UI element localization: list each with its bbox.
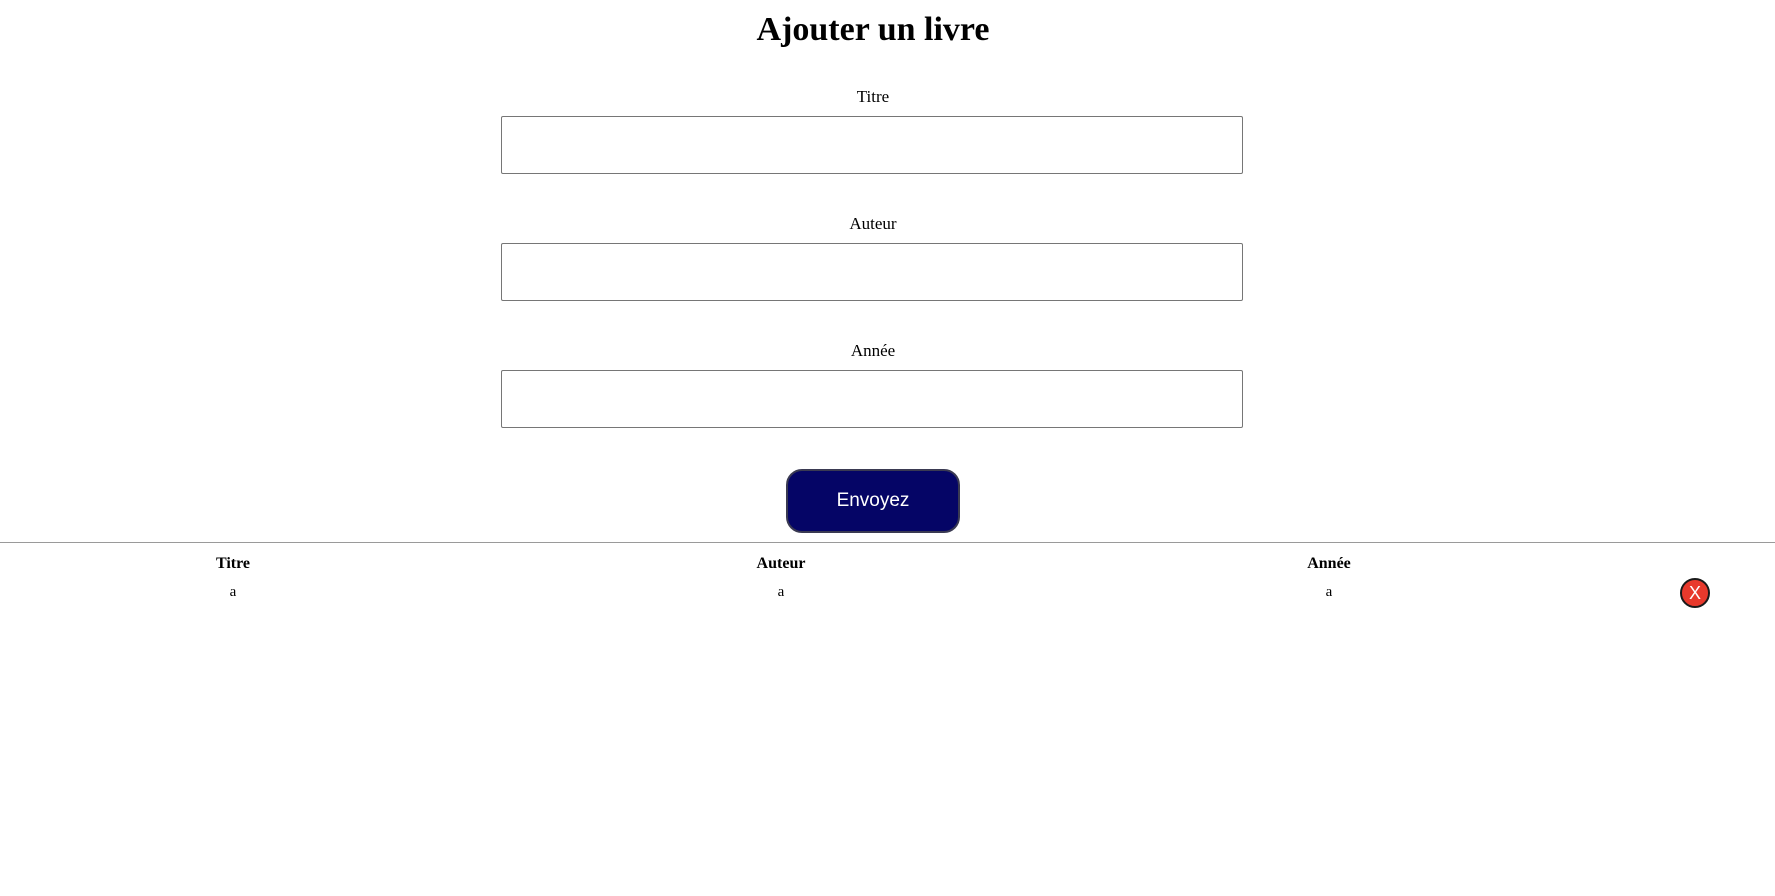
titre-label: Titre [856,87,890,106]
auteur-label: Auteur [849,214,897,233]
submit-button[interactable]: Envoyez [786,469,960,533]
annee-input[interactable] [501,370,1243,428]
header-titre: Titre [215,555,251,572]
annee-label: Année [850,341,896,360]
header-annee: Année [1307,555,1351,572]
header-auteur: Auteur [756,555,806,572]
titre-input[interactable] [501,116,1243,174]
row-annee: a [1325,584,1333,600]
row-auteur: a [777,584,785,600]
page-title: Ajouter un livre [756,11,990,48]
page: Ajouter un livre Titre Auteur Année Envo… [0,0,1775,896]
delete-button[interactable]: X [1680,578,1710,608]
divider [0,542,1775,543]
auteur-input[interactable] [501,243,1243,301]
row-titre: a [229,584,237,600]
